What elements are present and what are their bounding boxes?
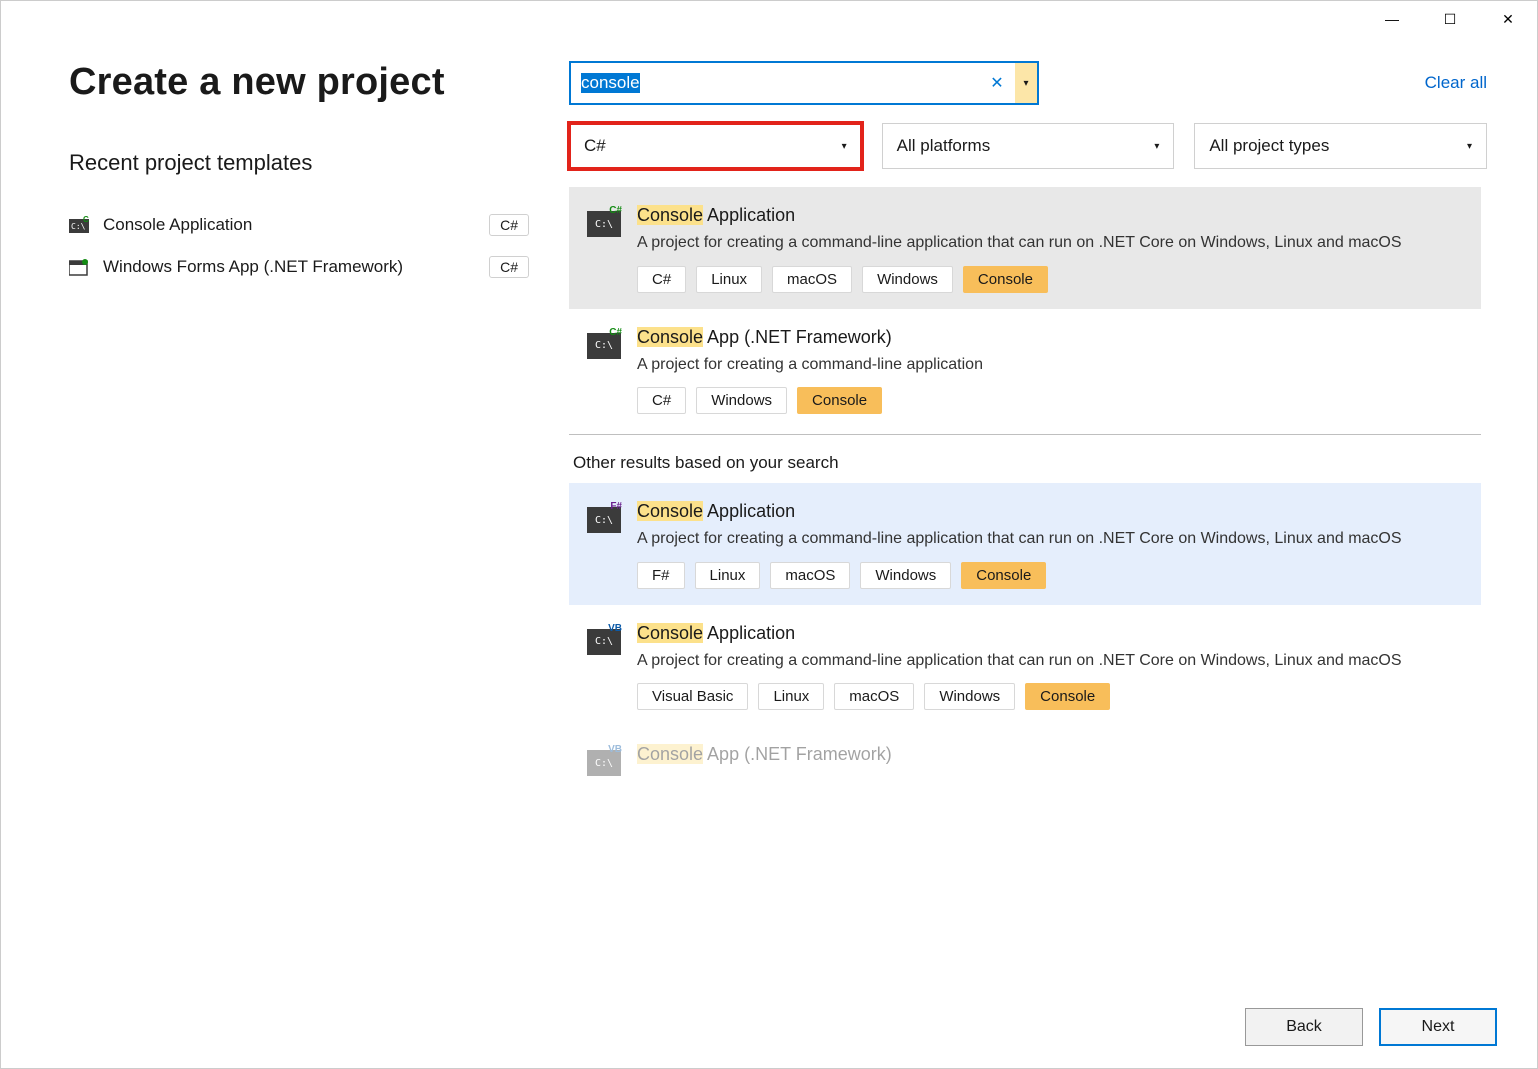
platform-filter[interactable]: All platforms ▾ bbox=[882, 123, 1175, 169]
minimize-button[interactable]: — bbox=[1363, 1, 1421, 37]
template-title: Console App (.NET Framework) bbox=[637, 744, 1463, 765]
language-filter[interactable]: C# ▾ bbox=[569, 123, 862, 169]
template-description: A project for creating a command-line ap… bbox=[637, 354, 1463, 376]
template-icon: C:\VB bbox=[587, 623, 621, 657]
project-type-filter-value: All project types bbox=[1209, 136, 1329, 156]
template-description: A project for creating a command-line ap… bbox=[637, 528, 1463, 550]
template-tag: C# bbox=[637, 387, 686, 414]
recent-template-label: Windows Forms App (.NET Framework) bbox=[103, 257, 475, 277]
recent-template-item[interactable]: C:\C# Console Application C# bbox=[69, 204, 529, 246]
template-tag: Console bbox=[963, 266, 1048, 293]
recent-template-label: Console Application bbox=[103, 215, 475, 235]
search-input[interactable] bbox=[571, 63, 979, 103]
template-tags: F# Linux macOS Windows Console bbox=[637, 562, 1463, 589]
close-button[interactable]: ✕ bbox=[1479, 1, 1537, 37]
template-tag: macOS bbox=[770, 562, 850, 589]
template-tags: Visual Basic Linux macOS Windows Console bbox=[637, 683, 1463, 710]
template-icon: C:\C# bbox=[587, 327, 621, 361]
recent-template-item[interactable]: Windows Forms App (.NET Framework) C# bbox=[69, 246, 529, 288]
template-item[interactable]: C:\VB Console App (.NET Framework) bbox=[569, 726, 1481, 794]
template-tag: Linux bbox=[695, 562, 761, 589]
chevron-down-icon: ▾ bbox=[1154, 141, 1159, 152]
chevron-down-icon: ▾ bbox=[842, 141, 847, 152]
template-description: A project for creating a command-line ap… bbox=[637, 232, 1463, 254]
search-dropdown-button[interactable]: ▾ bbox=[1015, 63, 1037, 103]
language-badge: C# bbox=[489, 214, 529, 236]
template-item[interactable]: C:\C# Console App (.NET Framework) A proje… bbox=[569, 309, 1481, 431]
template-tag: Visual Basic bbox=[637, 683, 748, 710]
template-tag: C# bbox=[637, 266, 686, 293]
language-filter-value: C# bbox=[584, 136, 606, 156]
back-button[interactable]: Back bbox=[1245, 1008, 1363, 1046]
template-title: Console Application bbox=[637, 501, 1463, 522]
search-box: ✕ ▾ bbox=[569, 61, 1039, 105]
template-icon: C:\VB bbox=[587, 744, 621, 778]
template-tags: C# Windows Console bbox=[637, 387, 1463, 414]
template-tag: macOS bbox=[772, 266, 852, 293]
template-tag: Windows bbox=[924, 683, 1015, 710]
language-badge: C# bbox=[489, 256, 529, 278]
recent-heading: Recent project templates bbox=[69, 150, 529, 176]
next-button[interactable]: Next bbox=[1379, 1008, 1497, 1046]
template-icon: C:\F# bbox=[587, 501, 621, 535]
platform-filter-value: All platforms bbox=[897, 136, 991, 156]
template-tag: Console bbox=[797, 387, 882, 414]
template-title: Console Application bbox=[637, 205, 1463, 226]
project-type-filter[interactable]: All project types ▾ bbox=[1194, 123, 1487, 169]
window-controls: — ☐ ✕ bbox=[1363, 1, 1537, 37]
template-description: A project for creating a command-line ap… bbox=[637, 650, 1463, 672]
template-tag: F# bbox=[637, 562, 685, 589]
template-tag: Linux bbox=[758, 683, 824, 710]
clear-all-link[interactable]: Clear all bbox=[1425, 73, 1487, 93]
template-title: Console App (.NET Framework) bbox=[637, 327, 1463, 348]
maximize-button[interactable]: ☐ bbox=[1421, 1, 1479, 37]
template-icon: C:\C# bbox=[587, 205, 621, 239]
template-tag: Windows bbox=[696, 387, 787, 414]
recent-list: C:\C#Console ApplicationC#Windows Forms … bbox=[69, 204, 529, 288]
template-tag: Console bbox=[961, 562, 1046, 589]
svg-text:C#: C# bbox=[83, 216, 89, 224]
clear-search-icon[interactable]: ✕ bbox=[979, 63, 1015, 103]
template-tag: Windows bbox=[860, 562, 951, 589]
other-results-heading: Other results based on your search bbox=[569, 434, 1481, 483]
template-item[interactable]: C:\C# Console Application A project for cr… bbox=[569, 187, 1481, 309]
console-icon: C:\C# bbox=[69, 215, 89, 235]
template-tags: C# Linux macOS Windows Console bbox=[637, 266, 1463, 293]
template-tag: Windows bbox=[862, 266, 953, 293]
template-item[interactable]: C:\F# Console Application A project for cr… bbox=[569, 483, 1481, 605]
template-item[interactable]: C:\VB Console Application A project for cr… bbox=[569, 605, 1481, 727]
template-title: Console Application bbox=[637, 623, 1463, 644]
winforms-icon bbox=[69, 257, 89, 277]
chevron-down-icon: ▾ bbox=[1467, 141, 1472, 152]
page-title: Create a new project bbox=[69, 61, 529, 104]
template-tag: Console bbox=[1025, 683, 1110, 710]
template-tag: macOS bbox=[834, 683, 914, 710]
template-tag: Linux bbox=[696, 266, 762, 293]
results-list[interactable]: C:\C# Console Application A project for cr… bbox=[569, 187, 1487, 978]
